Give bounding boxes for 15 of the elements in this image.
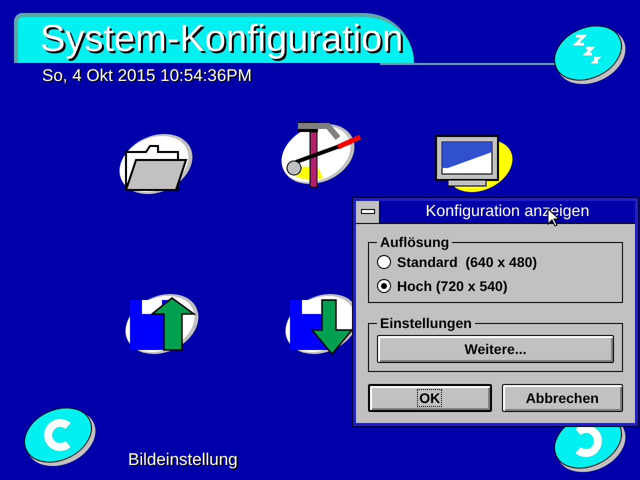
page-title: System-Konfiguration [40, 17, 404, 61]
date-time: So, 4 Okt 2015 10:54:36PM [42, 66, 252, 86]
radio-option[interactable]: Standard (640 x 480) [377, 254, 614, 270]
radio-button[interactable] [377, 279, 391, 293]
dialog-button[interactable]: Abbrechen [502, 384, 623, 412]
group-label: Auflösung [379, 234, 450, 250]
group-label: Einstellungen [379, 315, 473, 331]
screen-caption: Bildeinstellung [128, 450, 238, 470]
dialog-button[interactable]: OK [368, 384, 492, 412]
dash-icon [360, 209, 374, 215]
option-label: Hoch (720 x 540) [397, 278, 508, 294]
option-label: Standard (640 x 480) [397, 254, 538, 270]
radio-button[interactable] [377, 255, 391, 269]
more-button[interactable]: Weitere... [377, 335, 614, 363]
radio-option[interactable]: Hoch (720 x 540) [377, 278, 614, 294]
